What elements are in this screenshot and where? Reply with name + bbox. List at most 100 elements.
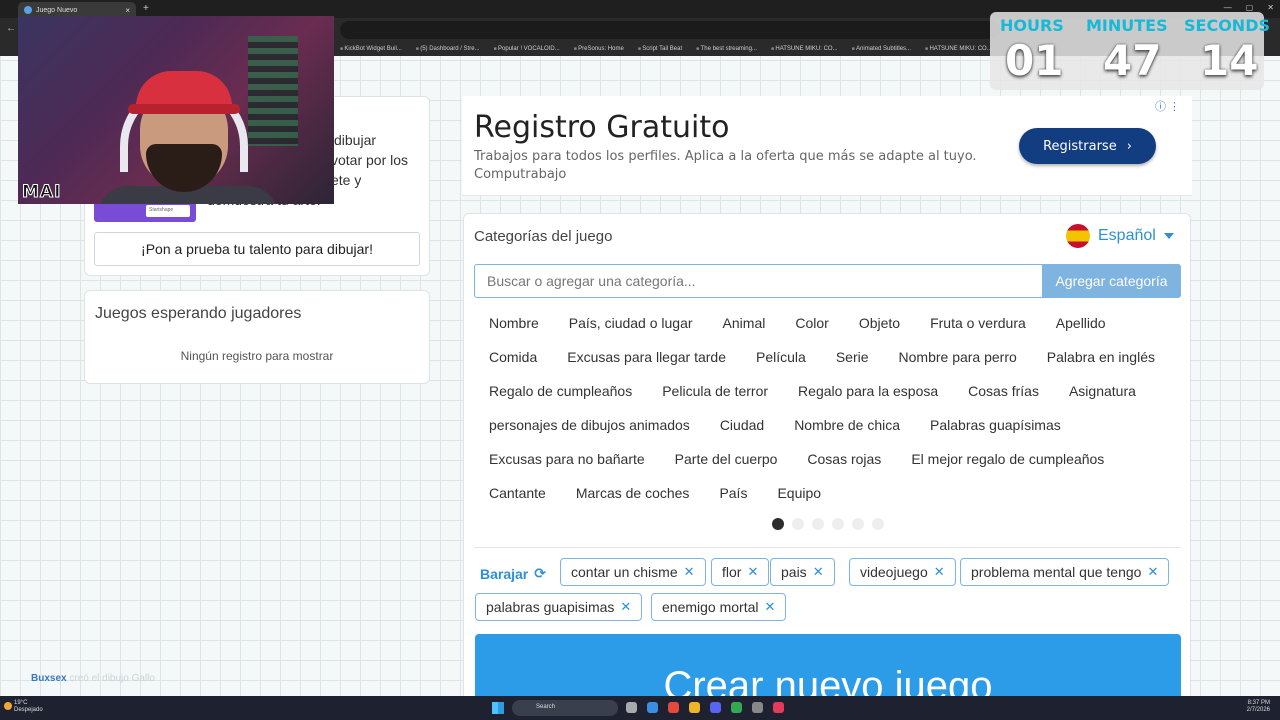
category-item[interactable]: Apellido: [1041, 315, 1121, 331]
spain-flag-icon: [1066, 224, 1090, 248]
discord-icon[interactable]: [710, 702, 721, 713]
category-item[interactable]: Ciudad: [705, 417, 779, 433]
category-item[interactable]: País: [704, 485, 762, 501]
category-row: Nombre País, ciudad o lugar Animal Color Obj…: [474, 306, 1184, 340]
remove-chip-icon[interactable]: ✕: [747, 564, 758, 580]
remove-chip-icon[interactable]: ✕: [765, 599, 776, 615]
user-link[interactable]: Buxsex: [31, 673, 67, 684]
remove-chip-icon[interactable]: ✕: [620, 599, 631, 615]
minutes-value: 47: [1103, 36, 1162, 85]
category-item[interactable]: Regalo para la esposa: [783, 383, 953, 399]
promo-text: dibujar votar por los ete y demuestra tu…: [207, 130, 408, 210]
category-item[interactable]: Fruta o verdura: [915, 315, 1041, 331]
webcam-overlay-text: MAI: [21, 182, 62, 203]
bookmark-item[interactable]: KickBot Widget Buil...: [340, 46, 401, 52]
tab-title: Juego Nuevo: [36, 6, 78, 14]
new-tab-icon[interactable]: +: [143, 3, 149, 14]
category-item[interactable]: Serie: [821, 349, 884, 365]
chip-label: contar un chisme: [571, 564, 678, 580]
seconds-value: 14: [1200, 36, 1259, 85]
task-view-icon[interactable]: [626, 702, 637, 713]
weather-widget[interactable]: 19°C Despejado: [4, 700, 43, 714]
close-tab-icon[interactable]: ×: [125, 6, 130, 15]
remove-chip-icon[interactable]: ✕: [813, 564, 824, 580]
pagination-dot[interactable]: [832, 518, 844, 530]
chrome-icon[interactable]: [731, 702, 742, 713]
category-item[interactable]: Nombre: [474, 315, 554, 331]
category-item[interactable]: Película: [741, 349, 821, 365]
category-item[interactable]: Excusas para llegar tarde: [552, 349, 741, 365]
bookmark-item[interactable]: Popular ! VOCALOID...: [494, 46, 560, 52]
category-item[interactable]: País, ciudad o lugar: [554, 315, 708, 331]
bookmark-item[interactable]: The best streaming...: [696, 46, 757, 52]
stream-timer: HOURS MINUTES SECONDS 01 47 14: [990, 12, 1270, 90]
pagination-dot[interactable]: [872, 518, 884, 530]
music-icon[interactable]: [773, 702, 784, 713]
shuffle-button[interactable]: Barajar ⟳: [480, 565, 546, 582]
category-item[interactable]: Color: [780, 315, 843, 331]
category-item[interactable]: Comida: [474, 349, 552, 365]
language-selector[interactable]: Español: [1066, 224, 1174, 248]
app-icon[interactable]: [668, 702, 679, 713]
category-item[interactable]: personajes de dibujos animados: [474, 417, 705, 433]
pagination-dot[interactable]: [852, 518, 864, 530]
waiting-games-card: Juegos esperando jugadores Ningún regist…: [84, 290, 430, 384]
category-item[interactable]: Nombre de chica: [779, 417, 915, 433]
bookmark-item[interactable]: (5) Dashboard / Stre...: [416, 46, 479, 52]
category-item[interactable]: Pelicula de terror: [647, 383, 783, 399]
bookmark-item[interactable]: Script Tail Beat: [638, 46, 682, 52]
category-item[interactable]: Animal: [708, 315, 781, 331]
selected-category-chip: flor ✕: [711, 558, 770, 586]
bookmark-item[interactable]: PreSonus: Home: [574, 46, 624, 52]
folder-icon[interactable]: [689, 702, 700, 713]
pagination-dot[interactable]: [772, 518, 784, 530]
category-item[interactable]: Cantante: [474, 485, 561, 501]
maximize-icon[interactable]: ▢: [1246, 3, 1254, 12]
hours-value: 01: [1005, 36, 1064, 85]
selected-category-chip: palabras guapisimas ✕: [475, 593, 643, 621]
taskbar-search[interactable]: Search: [512, 700, 618, 716]
pagination-dot[interactable]: [792, 518, 804, 530]
address-bar[interactable]: [340, 21, 1000, 39]
weather-temp: 19°C: [14, 700, 28, 706]
register-button[interactable]: Registrarse ›: [1019, 128, 1156, 164]
draw-talent-button[interactable]: ¡Pon a prueba tu talento para dibujar!: [94, 232, 420, 266]
category-item[interactable]: Excusas para no bañarte: [474, 451, 660, 467]
bookmark-item[interactable]: HATSUNE MIKU: CO...: [771, 46, 837, 52]
back-icon[interactable]: ←: [6, 23, 16, 34]
category-item[interactable]: Objeto: [844, 315, 915, 331]
close-window-icon[interactable]: ✕: [1267, 3, 1274, 12]
category-search-input[interactable]: [474, 264, 1043, 298]
windows-start-icon[interactable]: [492, 702, 504, 714]
category-item[interactable]: Asignatura: [1054, 383, 1151, 399]
shuffle-label: Barajar: [480, 565, 529, 582]
notice-text: creó el dibujo Gallo: [69, 673, 155, 684]
category-item[interactable]: Marcas de coches: [561, 485, 705, 501]
clock[interactable]: 8:37 PM 2/7/2026: [1247, 700, 1270, 714]
selected-category-chip: enemigo mortal ✕: [651, 593, 787, 621]
category-item[interactable]: Nombre para perro: [884, 349, 1032, 365]
remove-chip-icon[interactable]: ✕: [934, 564, 945, 580]
remove-chip-icon[interactable]: ✕: [684, 564, 695, 580]
category-item[interactable]: El mejor regalo de cumpleaños: [896, 451, 1119, 467]
category-item[interactable]: Palabras guapísimas: [915, 417, 1076, 433]
category-item[interactable]: Parte del cuerpo: [660, 451, 793, 467]
add-category-button[interactable]: Agregar categoría: [1042, 264, 1181, 298]
settings-icon[interactable]: [752, 702, 763, 713]
pagination-dot[interactable]: [812, 518, 824, 530]
bookmark-item[interactable]: Animated Subtitles...: [852, 46, 911, 52]
remove-chip-icon[interactable]: ✕: [1147, 564, 1158, 580]
ad-banner[interactable]: Registro Gratuito Trabajos para todos lo…: [462, 96, 1192, 196]
waiting-games-title: Juegos esperando jugadores: [95, 305, 302, 322]
category-item[interactable]: Equipo: [762, 485, 836, 501]
minimize-icon[interactable]: —: [1224, 3, 1232, 12]
category-item[interactable]: Cosas rojas: [792, 451, 896, 467]
taskbar: 19°C Despejado Search 8:37 PM 2/7/2026: [0, 696, 1280, 720]
category-item[interactable]: Cosas frías: [953, 383, 1054, 399]
category-item[interactable]: Regalo de cumpleaños: [474, 383, 647, 399]
selected-category-chip: problema mental que tengo ✕: [960, 558, 1170, 586]
bookmark-item[interactable]: HATSUNE MIKU: CO...: [925, 46, 991, 52]
ad-info-icon[interactable]: ⓘ ⋮: [1155, 98, 1180, 114]
store-icon[interactable]: [647, 702, 658, 713]
category-item[interactable]: Palabra en inglés: [1032, 349, 1170, 365]
